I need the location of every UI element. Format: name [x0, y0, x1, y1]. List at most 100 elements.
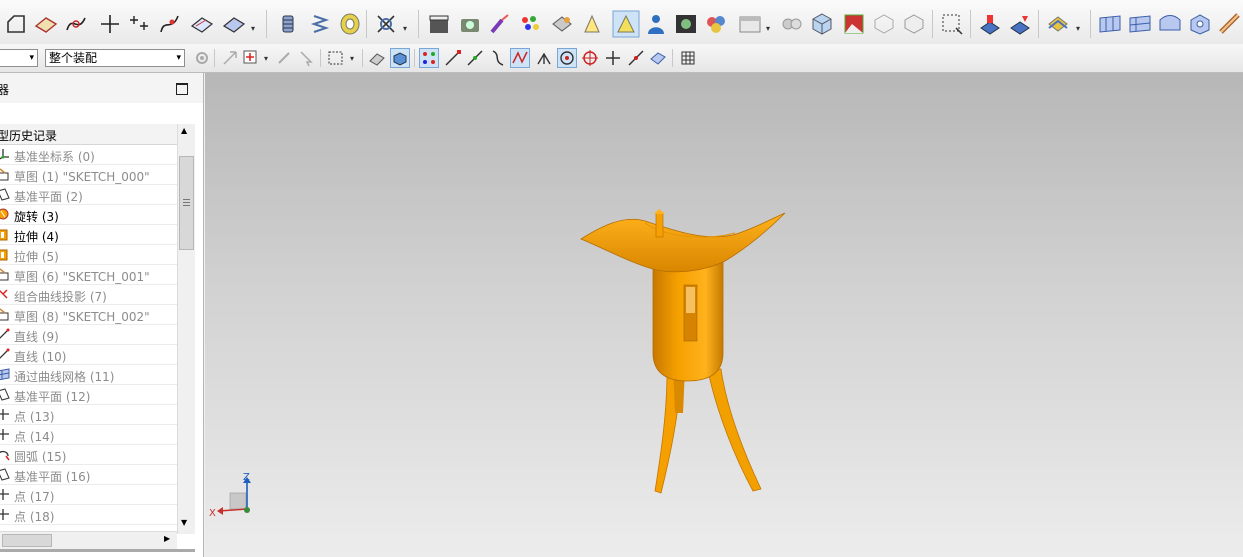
dropdown-arrow[interactable]: ▾ [251, 24, 255, 33]
tree-row[interactable]: 旋转 (3) [0, 205, 177, 225]
ruled-surface-icon[interactable] [1158, 12, 1182, 36]
sketch-shape-icon[interactable] [4, 12, 28, 36]
color-palette-icon[interactable] [518, 12, 542, 36]
surface-grid-icon[interactable] [1098, 12, 1122, 36]
intersection-icon[interactable] [510, 48, 530, 68]
perpendicular-icon[interactable] [535, 49, 553, 67]
h-scroll-thumb[interactable] [2, 534, 52, 547]
tree-row[interactable]: 圆弧 (15) [0, 445, 177, 465]
mesh-surface-icon[interactable] [1128, 12, 1152, 36]
tree-row[interactable]: 点 (17) [0, 485, 177, 505]
link-icon[interactable] [275, 49, 293, 67]
gear-icon[interactable] [193, 49, 211, 67]
spheres-icon[interactable] [704, 12, 728, 36]
tree-row[interactable]: 基准平面 (16) [0, 465, 177, 485]
pointer-icon[interactable] [297, 49, 315, 67]
type-filter-select[interactable]: ▾ [0, 49, 38, 67]
solid-select-icon[interactable] [390, 48, 410, 68]
quadrant-icon[interactable] [581, 49, 599, 67]
midpoint-icon[interactable] [466, 49, 484, 67]
dropdown-arrow[interactable]: ▾ [403, 24, 407, 33]
cube-icon[interactable] [810, 12, 834, 36]
light-icon[interactable] [580, 12, 604, 36]
assembly-scope-select[interactable]: 整个装配 ▾ [45, 49, 185, 67]
scroll-up-icon[interactable]: ▲ [181, 126, 187, 135]
scroll-thumb[interactable] [179, 156, 194, 250]
endpoint-icon[interactable] [444, 49, 462, 67]
tree-row[interactable]: 点 (14) [0, 425, 177, 445]
rect-select-icon[interactable] [327, 49, 345, 67]
tree-row[interactable]: 基准平面 (12) [0, 385, 177, 405]
tree-row[interactable]: 草图 (8) "SKETCH_002" [0, 305, 177, 325]
arc-center-icon[interactable] [557, 48, 577, 68]
model-pillar[interactable] [655, 212, 664, 238]
model-canvas[interactable]: Z X [205, 73, 1243, 557]
tree-row[interactable]: 点 (18) [0, 505, 177, 525]
maximize-icon[interactable] [176, 83, 188, 95]
wireframe-box-icon[interactable] [872, 12, 896, 36]
tree-row[interactable]: 组合曲线投影 (7) [0, 285, 177, 305]
vertical-scrollbar[interactable]: ▲ ▼ [177, 124, 195, 534]
tree-row[interactable]: 直线 (9) [0, 325, 177, 345]
dropdown-arrow[interactable]: ▾ [1076, 24, 1080, 33]
curve-point-icon[interactable] [489, 49, 507, 67]
scroll-down-icon[interactable]: ▼ [181, 518, 187, 527]
point-set-icon[interactable] [128, 12, 152, 36]
model-leg-right[interactable] [707, 368, 762, 492]
tree-row[interactable]: 基准坐标系 (0) [0, 145, 177, 165]
horizontal-scrollbar[interactable]: ▶ [0, 531, 177, 549]
model-history-header[interactable]: 型历史记录 [0, 124, 177, 145]
cylinders-icon[interactable] [780, 12, 804, 36]
offset-surface-icon[interactable] [222, 12, 246, 36]
spotlight-icon[interactable] [612, 10, 640, 38]
snap-points-icon[interactable] [419, 48, 439, 68]
model-spout-rim[interactable] [580, 212, 786, 273]
picture-frame-icon[interactable] [842, 12, 866, 36]
surface-tool-icon[interactable] [190, 12, 214, 36]
trim-tool-icon[interactable] [374, 12, 398, 36]
tree-row[interactable]: 基准平面 (2) [0, 185, 177, 205]
graphics-viewport[interactable]: Z X [205, 73, 1243, 557]
dropdown-arrow[interactable]: ▾ [766, 24, 770, 33]
part-navigator-icon[interactable] [1046, 12, 1070, 36]
assembly-icon[interactable] [978, 12, 1002, 36]
tree-row[interactable]: 拉伸 (4) [0, 225, 177, 245]
tree-row[interactable]: 点 (13) [0, 405, 177, 425]
cylinder-icon[interactable] [276, 12, 300, 36]
tree-row[interactable]: 拉伸 (5) [0, 245, 177, 265]
face-blend-icon[interactable] [1218, 12, 1242, 36]
swept-surface-icon[interactable] [1188, 12, 1212, 36]
point-tool-icon[interactable] [98, 12, 122, 36]
tree-row[interactable]: 草图 (6) "SKETCH_001" [0, 265, 177, 285]
washer-icon[interactable] [338, 12, 362, 36]
dropdown-arrow[interactable]: ▾ [264, 54, 268, 63]
assembly-constraint-icon[interactable] [1008, 12, 1032, 36]
camera-icon[interactable] [458, 12, 482, 36]
tree-row[interactable]: 直线 (10) [0, 345, 177, 365]
eraser-icon[interactable] [368, 49, 386, 67]
person-icon[interactable] [644, 12, 668, 36]
datum-plane-tool-icon[interactable] [34, 12, 58, 36]
clapper-icon[interactable] [427, 12, 451, 36]
scroll-right-icon[interactable]: ▶ [164, 534, 170, 543]
tree-row[interactable]: 草图 (1) "SKETCH_000" [0, 165, 177, 185]
tree-row[interactable]: 通过曲线网格 (11) [0, 365, 177, 385]
point-icon [0, 508, 10, 521]
dropdown-arrow[interactable]: ▾ [350, 54, 354, 63]
curve-tool-icon[interactable] [64, 12, 88, 36]
spring-icon[interactable] [308, 12, 332, 36]
face-point-icon[interactable] [649, 49, 667, 67]
existing-point-icon[interactable] [604, 49, 622, 67]
datum-plane-icon [0, 188, 10, 201]
select-plus-icon[interactable] [242, 49, 260, 67]
brush-icon[interactable] [488, 12, 512, 36]
window-icon[interactable] [738, 12, 762, 36]
spline-tool-icon[interactable] [158, 12, 182, 36]
layer-grid-icon[interactable] [679, 49, 697, 67]
image-icon[interactable] [674, 12, 698, 36]
point-on-curve-icon[interactable] [627, 49, 645, 67]
material-icon[interactable] [550, 12, 574, 36]
box-icon[interactable] [902, 12, 926, 36]
region-select-icon[interactable] [940, 12, 964, 36]
snap-arrow-icon[interactable] [221, 49, 239, 67]
